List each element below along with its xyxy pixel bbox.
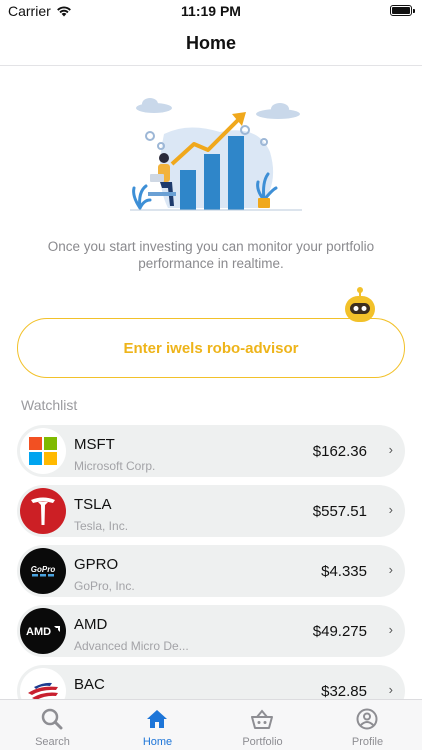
- empty-portfolio-message: Once you start investing you can monitor…: [47, 239, 375, 271]
- tab-home[interactable]: Home: [105, 700, 210, 750]
- microsoft-logo-icon: [20, 428, 66, 474]
- page-title: Home: [185, 33, 236, 53]
- tab-bar: Search Home Portfolio Profile: [0, 699, 422, 750]
- watchlist-item-msft[interactable]: MSFT Microsoft Corp. $162.36 ›: [17, 425, 405, 477]
- stock-price: $557.51: [312, 503, 367, 520]
- search-icon: [41, 708, 63, 730]
- tab-portfolio[interactable]: Portfolio: [210, 700, 315, 750]
- chevron-right-icon: ›: [388, 562, 393, 577]
- watchlist-item-tsla[interactable]: TSLA Tesla, Inc. $557.51 ›: [17, 485, 405, 537]
- robo-advisor-label: Enter iwels robo-advisor: [123, 339, 299, 357]
- stock-price: $32.85: [321, 683, 367, 700]
- company-name: Microsoft Corp.: [74, 459, 156, 473]
- battery-icon: [390, 5, 415, 16]
- tab-profile[interactable]: Profile: [315, 700, 420, 750]
- tab-label: Portfolio: [242, 736, 283, 748]
- robot-icon: [345, 287, 375, 322]
- watchlist-item-gpro[interactable]: GoPro GPRO GoPro, Inc. $4.335 ›: [17, 545, 405, 597]
- navigation-bar: Home: [0, 24, 422, 66]
- svg-text:GoPro: GoPro: [31, 565, 56, 574]
- stock-symbol: MSFT: [74, 436, 115, 453]
- chevron-right-icon: ›: [388, 682, 393, 697]
- status-bar: Carrier 11:19 PM: [0, 0, 422, 24]
- tab-label: Home: [142, 736, 173, 748]
- basket-icon: [251, 709, 273, 729]
- chevron-right-icon: ›: [388, 502, 393, 517]
- amd-logo-icon: AMD: [20, 608, 66, 654]
- svg-text:AMD: AMD: [26, 626, 51, 638]
- investing-illustration: [130, 98, 302, 211]
- tab-label: Profile: [351, 736, 384, 748]
- home-icon: [147, 710, 167, 728]
- tesla-logo-icon: [20, 488, 66, 534]
- company-name: Advanced Micro De...: [74, 639, 189, 653]
- watchlist-item-amd[interactable]: AMD AMD Advanced Micro De... $49.275 ›: [17, 605, 405, 657]
- stock-price: $162.36: [312, 443, 367, 460]
- stock-price: $4.335: [321, 563, 367, 580]
- tab-search[interactable]: Search: [0, 700, 105, 750]
- stock-price: $49.275: [312, 623, 367, 640]
- stock-symbol: AMD: [74, 616, 108, 633]
- tab-label: Search: [35, 736, 70, 748]
- robo-advisor-button[interactable]: Enter iwels robo-advisor: [17, 318, 405, 378]
- profile-icon: [356, 708, 378, 730]
- chevron-right-icon: ›: [388, 442, 393, 457]
- watchlist-heading: Watchlist: [21, 397, 78, 413]
- company-name: GoPro, Inc.: [74, 579, 135, 593]
- status-time: 11:19 PM: [181, 3, 241, 19]
- company-name: Tesla, Inc.: [74, 519, 129, 533]
- chevron-right-icon: ›: [388, 622, 393, 637]
- stock-symbol: TSLA: [74, 496, 112, 513]
- gopro-logo-icon: GoPro: [20, 548, 66, 594]
- stock-symbol: GPRO: [74, 556, 119, 573]
- stock-symbol: BAC: [74, 676, 105, 693]
